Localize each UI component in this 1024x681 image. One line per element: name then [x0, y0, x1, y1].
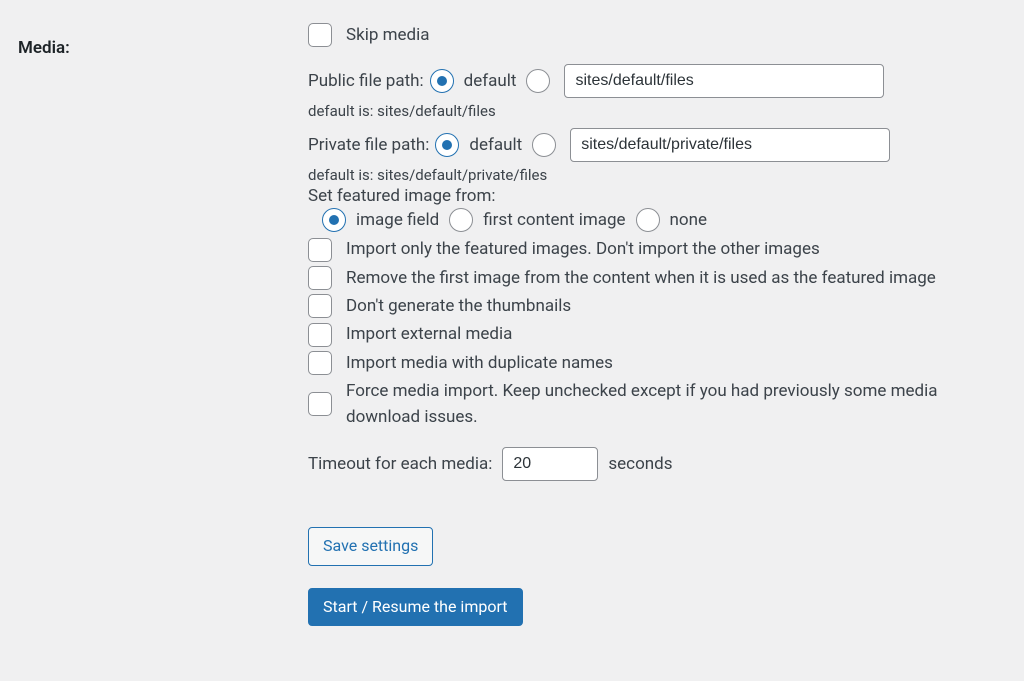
private-path-input[interactable] — [570, 128, 890, 162]
force-import-label: Force media import. Keep unchecked excep… — [346, 378, 1006, 431]
remove-first-checkbox[interactable] — [308, 266, 332, 290]
private-path-custom-radio[interactable] — [532, 133, 556, 157]
save-settings-button[interactable]: Save settings — [308, 527, 433, 566]
timeout-input[interactable] — [502, 447, 598, 481]
featured-image-field-label: image field — [356, 210, 439, 230]
private-path-default-radio-label: default — [469, 135, 522, 155]
public-path-input[interactable] — [564, 64, 884, 98]
no-thumbnails-checkbox[interactable] — [308, 294, 332, 318]
featured-first-content-radio[interactable] — [449, 208, 473, 232]
featured-legend: Set featured image from: — [308, 186, 1006, 206]
timeout-label: Timeout for each media: — [308, 454, 492, 474]
external-media-label: Import external media — [346, 321, 512, 347]
private-path-label: Private file path: — [308, 135, 429, 155]
section-label: Media: — [18, 20, 308, 626]
duplicate-names-label: Import media with duplicate names — [346, 350, 613, 376]
featured-none-label: none — [670, 210, 708, 230]
media-settings: Skip media Public file path: default def… — [308, 20, 1006, 626]
only-featured-label: Import only the featured images. Don't i… — [346, 236, 820, 262]
private-path-hint: default is: sites/default/private/files — [308, 166, 1006, 184]
duplicate-names-checkbox[interactable] — [308, 351, 332, 375]
force-import-checkbox[interactable] — [308, 392, 332, 416]
public-path-hint: default is: sites/default/files — [308, 102, 1006, 120]
public-path-custom-radio[interactable] — [526, 69, 550, 93]
start-import-button[interactable]: Start / Resume the import — [308, 588, 523, 627]
public-path-label: Public file path: — [308, 71, 424, 91]
featured-image-field-radio[interactable] — [322, 208, 346, 232]
remove-first-label: Remove the first image from the content … — [346, 265, 936, 291]
featured-none-radio[interactable] — [636, 208, 660, 232]
featured-first-content-label: first content image — [483, 210, 625, 230]
skip-media-label: Skip media — [346, 22, 430, 48]
private-path-default-radio[interactable] — [435, 133, 459, 157]
timeout-unit: seconds — [608, 454, 672, 474]
no-thumbnails-label: Don't generate the thumbnails — [346, 293, 571, 319]
public-path-default-radio-label: default — [464, 71, 517, 91]
skip-media-checkbox[interactable] — [308, 23, 332, 47]
only-featured-checkbox[interactable] — [308, 238, 332, 262]
external-media-checkbox[interactable] — [308, 323, 332, 347]
public-path-default-radio[interactable] — [430, 69, 454, 93]
